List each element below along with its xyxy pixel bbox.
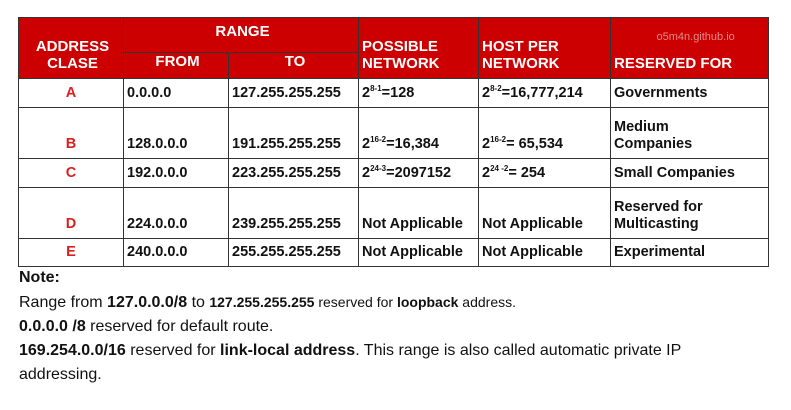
possible-network-cell: Not Applicable — [358, 238, 480, 267]
note-line-continuation: addressing. — [19, 366, 102, 383]
to-cell: 127.255.255.255 — [227, 78, 360, 108]
header-address-class: ADDRESS CLASE — [18, 17, 124, 79]
from-cell: 128.0.0.0 — [123, 107, 229, 159]
reserved-for-cell: Small Companies — [610, 158, 770, 188]
host-per-network-cell: Not Applicable — [478, 238, 612, 267]
header-to: TO — [227, 52, 360, 79]
host-per-network-cell: 216-2= 65,534 — [478, 107, 612, 159]
header-from: FROM — [123, 52, 229, 79]
reserved-for-cell: Medium Companies — [610, 107, 770, 159]
host-per-network-cell: 28-2=16,777,214 — [478, 78, 612, 108]
class-cell: C — [18, 158, 124, 188]
reserved-for-cell: Governments — [610, 78, 770, 108]
note-line-link-local: 169.254.0.0/16 reserved for link-local a… — [19, 342, 682, 359]
host-per-network-cell: 224 -2= 254 — [478, 158, 612, 188]
to-cell: 191.255.255.255 — [227, 107, 360, 159]
watermark: o5m4n.github.io — [656, 30, 735, 43]
notes-section: Note: Range from 127.0.0.0/8 to 127.255.… — [19, 266, 779, 387]
table-row: E 240.0.0.0 255.255.255.255 Not Applicab… — [18, 238, 770, 267]
header-reserved-for: o5m4n.github.io RESERVED FOR — [610, 17, 770, 79]
from-cell: 0.0.0.0 — [123, 78, 229, 108]
ip-class-table: ADDRESS CLASE RANGE POSSIBLE NETWORK HOST … — [18, 17, 770, 267]
class-cell: A — [18, 78, 124, 108]
class-cell: D — [18, 187, 124, 239]
possible-network-cell: 28-1=128 — [358, 78, 480, 108]
header-host-per-network: HOST PER NETWORK — [478, 17, 612, 79]
table-row: C 192.0.0.0 223.255.255.255 224-3=209715… — [18, 158, 770, 188]
host-per-network-cell: Not Applicable — [478, 187, 612, 239]
table-row: B 128.0.0.0 191.255.255.255 216-2=16,384… — [18, 107, 770, 159]
from-cell: 224.0.0.0 — [123, 187, 229, 239]
class-cell: B — [18, 107, 124, 159]
reserved-for-cell: Experimental — [610, 238, 770, 267]
to-cell: 223.255.255.255 — [227, 158, 360, 188]
note-heading: Note: — [19, 269, 60, 286]
header-range: RANGE — [122, 17, 360, 53]
table-row: D 224.0.0.0 239.255.255.255 Not Applicab… — [18, 187, 770, 239]
header-possible-network: POSSIBLE NETWORK — [358, 17, 480, 79]
class-cell: E — [18, 238, 124, 267]
possible-network-cell: Not Applicable — [358, 187, 480, 239]
from-cell: 192.0.0.0 — [123, 158, 229, 188]
reserved-for-cell: Reserved for Multicasting — [610, 187, 770, 239]
table-row: A 0.0.0.0 127.255.255.255 28-1=128 28-2=… — [18, 78, 770, 108]
to-cell: 239.255.255.255 — [227, 187, 360, 239]
possible-network-cell: 224-3=2097152 — [358, 158, 480, 188]
from-cell: 240.0.0.0 — [123, 238, 229, 267]
note-line-default-route: 0.0.0.0 /8 reserved for default route. — [19, 318, 274, 335]
to-cell: 255.255.255.255 — [227, 238, 360, 267]
note-line-loopback: Range from 127.0.0.0/8 to 127.255.255.25… — [19, 294, 517, 311]
possible-network-cell: 216-2=16,384 — [358, 107, 480, 159]
